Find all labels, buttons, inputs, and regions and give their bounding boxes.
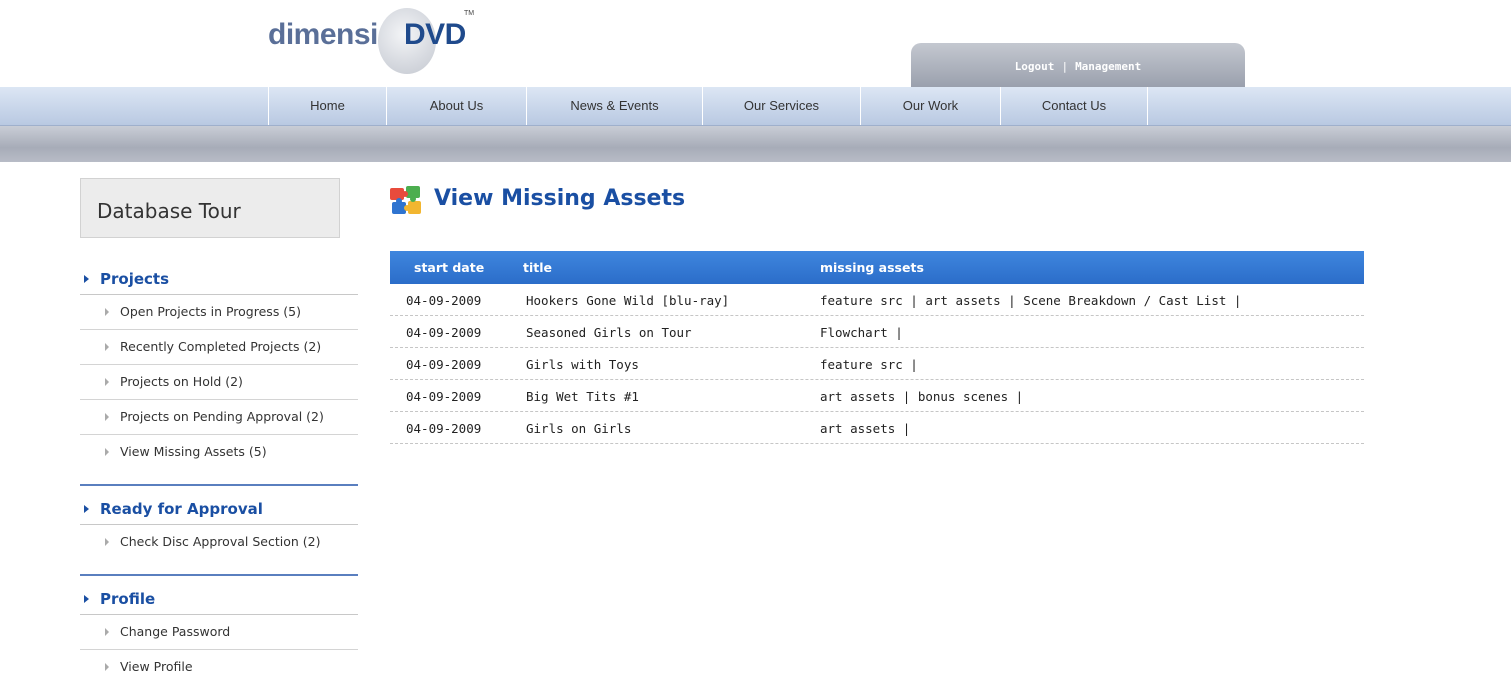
logo-text-dimension: dimensi: [268, 18, 378, 51]
cell-missing-assets: art assets | bonus scenes |: [820, 389, 1024, 404]
cell-start-date: 04-09-2009: [406, 421, 482, 436]
sidebar-divider: [80, 484, 358, 486]
sidebar-heading-label: Ready for Approval: [100, 500, 263, 518]
cell-title: Big Wet Tits #1: [526, 389, 639, 404]
arrow-right-icon: [105, 413, 109, 421]
main-nav: Home About Us News & Events Our Services…: [0, 87, 1511, 126]
cell-title: Seasoned Girls on Tour: [526, 325, 692, 340]
sidebar-section-profile: Profile Change Password View Profile: [80, 590, 358, 684]
arrow-right-icon: [84, 275, 89, 283]
nav-news-events[interactable]: News & Events: [526, 87, 702, 125]
arrow-right-icon: [105, 663, 109, 671]
sidebar-item-recently-completed[interactable]: Recently Completed Projects (2): [80, 330, 358, 365]
table-row[interactable]: 04-09-2009 Hookers Gone Wild [blu-ray] f…: [390, 284, 1364, 316]
sidebar-item-label: Check Disc Approval Section (2): [120, 534, 321, 549]
sidebar-item-label: Open Projects in Progress (5): [120, 304, 302, 319]
sidebar-item-label: Change Password: [120, 624, 231, 639]
page-title: View Missing Assets: [434, 186, 686, 211]
column-header-missing-assets[interactable]: missing assets: [820, 260, 924, 275]
table-row[interactable]: 04-09-2009 Girls with Toys feature src |: [390, 348, 1364, 380]
nav-home[interactable]: Home: [268, 87, 386, 125]
sidebar-item-check-disc-approval[interactable]: Check Disc Approval Section (2): [80, 525, 358, 559]
table-header: start date title missing assets: [390, 251, 1364, 284]
missing-assets-table: start date title missing assets 04-09-20…: [390, 251, 1364, 444]
arrow-right-icon: [105, 378, 109, 386]
cell-title: Girls on Girls: [526, 421, 632, 436]
cell-start-date: 04-09-2009: [406, 389, 482, 404]
arrow-right-icon: [105, 448, 109, 456]
sidebar-item-view-profile[interactable]: View Profile: [80, 650, 358, 684]
sidebar-section-ready-for-approval: Ready for Approval Check Disc Approval S…: [80, 500, 358, 559]
sidebar-heading-ready-for-approval[interactable]: Ready for Approval: [80, 500, 358, 525]
sidebar-item-pending-approval[interactable]: Projects on Pending Approval (2): [80, 400, 358, 435]
sidebar-item-change-password[interactable]: Change Password: [80, 615, 358, 650]
logout-link[interactable]: Logout: [1015, 60, 1055, 73]
cell-start-date: 04-09-2009: [406, 293, 482, 308]
sidebar-heading-profile[interactable]: Profile: [80, 590, 358, 615]
cell-missing-assets: art assets |: [820, 421, 911, 436]
arrow-right-icon: [105, 343, 109, 351]
cell-title: Hookers Gone Wild [blu-ray]: [526, 293, 730, 308]
sidebar-item-label: View Profile: [120, 659, 193, 674]
sidebar-item-label: Projects on Hold (2): [120, 374, 243, 389]
sidebar-title: Database Tour: [97, 199, 241, 223]
cell-start-date: 04-09-2009: [406, 357, 482, 372]
arrow-right-icon: [105, 538, 109, 546]
arrow-right-icon: [105, 628, 109, 636]
arrow-right-icon: [84, 505, 89, 513]
sidebar-item-label: Projects on Pending Approval (2): [120, 409, 324, 424]
cell-title: Girls with Toys: [526, 357, 639, 372]
logo-trademark: TM: [464, 10, 475, 17]
cell-start-date: 04-09-2009: [406, 325, 482, 340]
sidebar-item-label: Recently Completed Projects (2): [120, 339, 322, 354]
table-row[interactable]: 04-09-2009 Big Wet Tits #1 art assets | …: [390, 380, 1364, 412]
nav-subbar: [0, 126, 1511, 162]
nav-our-work[interactable]: Our Work: [860, 87, 1000, 125]
link-separator: |: [1061, 60, 1069, 73]
sidebar-divider: [80, 574, 358, 576]
column-header-start-date[interactable]: start date: [414, 260, 484, 275]
arrow-right-icon: [105, 308, 109, 316]
logo-text-dvd: DVD: [404, 18, 466, 51]
site-logo[interactable]: dimensi DVD TM: [268, 8, 488, 76]
sidebar-heading-label: Profile: [100, 590, 156, 608]
sidebar-item-view-missing-assets[interactable]: View Missing Assets (5): [80, 435, 358, 469]
sidebar-title-box: Database Tour: [80, 178, 340, 238]
sidebar-item-label: View Missing Assets (5): [120, 444, 267, 459]
puzzle-icon: [390, 186, 421, 214]
cell-missing-assets: feature src | art assets | Scene Breakdo…: [820, 293, 1242, 308]
column-header-title[interactable]: title: [523, 260, 552, 275]
account-tab: Logout | Management: [911, 43, 1245, 87]
sidebar-item-projects-on-hold[interactable]: Projects on Hold (2): [80, 365, 358, 400]
management-link[interactable]: Management: [1075, 60, 1141, 73]
sidebar-item-open-projects[interactable]: Open Projects in Progress (5): [80, 295, 358, 330]
arrow-right-icon: [84, 595, 89, 603]
sidebar-heading-label: Projects: [100, 270, 170, 288]
nav-contact-us[interactable]: Contact Us: [1000, 87, 1148, 125]
sidebar-section-projects: Projects Open Projects in Progress (5) R…: [80, 270, 358, 469]
cell-missing-assets: feature src |: [820, 357, 918, 372]
cell-missing-assets: Flowchart |: [820, 325, 903, 340]
nav-our-services[interactable]: Our Services: [702, 87, 860, 125]
table-row[interactable]: 04-09-2009 Seasoned Girls on Tour Flowch…: [390, 316, 1364, 348]
table-row[interactable]: 04-09-2009 Girls on Girls art assets |: [390, 412, 1364, 444]
nav-about-us[interactable]: About Us: [386, 87, 526, 125]
sidebar-heading-projects[interactable]: Projects: [80, 270, 358, 295]
